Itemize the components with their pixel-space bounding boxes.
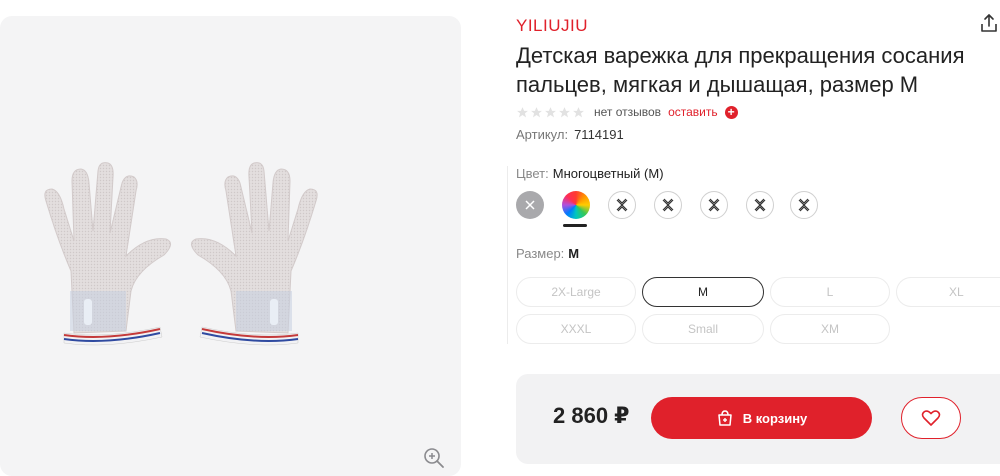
color-label-text: Цвет: <box>516 166 549 181</box>
reviews-count: нет отзывов <box>594 105 662 119</box>
product-image[interactable] <box>36 161 326 361</box>
crossed-out-icon <box>708 198 720 212</box>
color-swatch-unavailable[interactable] <box>654 191 682 219</box>
color-selected-value: Многоцветный (M) <box>552 166 664 181</box>
size-label-text: Размер: <box>516 246 565 261</box>
size-option-l[interactable]: L <box>770 277 890 307</box>
color-swatch-unavailable[interactable] <box>700 191 728 219</box>
zoom-in-icon[interactable] <box>422 446 446 470</box>
star-icon <box>573 106 584 117</box>
product-title: Детская варежка для прекращения сосания … <box>516 41 1000 99</box>
rating-stars <box>516 106 585 119</box>
brand-link[interactable]: YILIUJIU <box>516 16 588 36</box>
plus-icon[interactable]: + <box>724 105 738 119</box>
size-option-xxxl[interactable]: XXXL <box>516 314 636 344</box>
star-icon <box>531 106 542 117</box>
heart-icon <box>921 410 941 426</box>
color-label: Цвет: Многоцветный (M) <box>516 166 664 181</box>
sku-value: 7114191 <box>574 127 624 142</box>
color-swatch-unavailable[interactable] <box>746 191 774 219</box>
left-glove <box>44 162 171 346</box>
product-gallery[interactable] <box>0 16 461 476</box>
close-icon <box>525 200 535 210</box>
crossed-out-icon <box>616 198 628 212</box>
add-to-cart-button[interactable]: В корзину <box>651 397 872 439</box>
star-icon <box>545 106 556 117</box>
color-swatch-unavailable[interactable] <box>790 191 818 219</box>
leave-review-link[interactable]: оставить <box>668 105 718 119</box>
product-title-line-1: Детская варежка для прекращения сосания <box>516 43 965 68</box>
size-option-xm[interactable]: XM <box>770 314 890 344</box>
size-option-m[interactable]: M <box>642 277 764 307</box>
sku-label: Артикул: <box>516 127 569 142</box>
size-option-2x-large[interactable]: 2X-Large <box>516 277 636 307</box>
rating-row: нет отзывов оставить + <box>516 104 738 120</box>
color-swatch-unavailable[interactable] <box>608 191 636 219</box>
color-swatch-unavailable[interactable] <box>516 191 544 219</box>
divider <box>507 166 508 344</box>
favorite-button[interactable] <box>901 397 961 439</box>
size-selected-value: M <box>568 246 580 261</box>
size-option-small[interactable]: Small <box>642 314 764 344</box>
shopping-bag-plus-icon <box>717 410 732 426</box>
crossed-out-icon <box>798 198 810 212</box>
add-to-cart-label: В корзину <box>742 410 808 426</box>
star-icon <box>517 106 528 117</box>
price: 2 860 ₽ <box>553 403 630 428</box>
selected-indicator <box>563 224 587 227</box>
size-option-xl[interactable]: XL <box>896 277 1000 307</box>
star-icon <box>559 106 570 117</box>
size-label: Размер: M <box>516 246 579 261</box>
share-icon[interactable] <box>978 12 1000 34</box>
sku: Артикул: 7114191 <box>516 127 624 142</box>
color-swatch-multicolor[interactable] <box>562 191 590 219</box>
crossed-out-icon <box>662 198 674 212</box>
product-title-line-2: пальцев, мягкая и дышащая, размер M <box>516 72 919 97</box>
right-glove <box>191 162 318 346</box>
crossed-out-icon <box>754 198 766 212</box>
